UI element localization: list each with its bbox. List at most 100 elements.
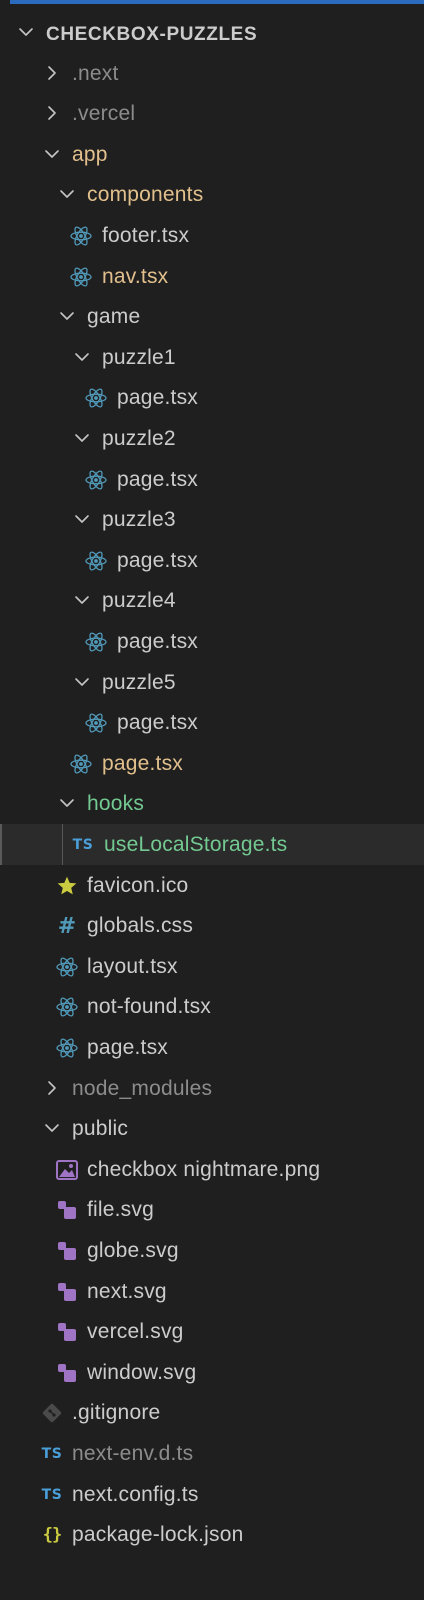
folder-row-hooks[interactable]: hooks bbox=[0, 783, 424, 824]
file-label: file.svg bbox=[87, 1198, 154, 1221]
folder-label: components bbox=[87, 183, 204, 206]
folder-label: .vercel bbox=[72, 102, 136, 125]
react-icon bbox=[54, 995, 80, 1019]
file-row-next-env-d-ts[interactable]: TS next-env.d.ts bbox=[0, 1433, 424, 1474]
file-row-favicon-ico[interactable]: favicon.ico bbox=[0, 865, 424, 906]
typescript-icon: TS bbox=[39, 1442, 65, 1466]
folder-label: puzzle1 bbox=[102, 346, 176, 369]
folder-row-app[interactable]: app bbox=[0, 134, 424, 175]
react-icon bbox=[54, 955, 80, 979]
file-row-layout-tsx[interactable]: layout.tsx bbox=[0, 946, 424, 987]
folder-label: .next bbox=[72, 62, 119, 85]
svg-icon bbox=[54, 1198, 80, 1222]
react-icon bbox=[83, 630, 109, 654]
file-label: nav.tsx bbox=[102, 265, 169, 288]
typescript-icon-glyph: TS bbox=[41, 1446, 63, 1462]
chevron-down-icon[interactable] bbox=[74, 592, 90, 608]
chevron-down-icon[interactable] bbox=[59, 795, 75, 811]
file-row-footer-tsx[interactable]: footer.tsx bbox=[0, 215, 424, 256]
file-row-vercel-svg[interactable]: vercel.svg bbox=[0, 1311, 424, 1352]
chevron-down-icon[interactable] bbox=[18, 24, 34, 40]
folder-row-puzzle4[interactable]: puzzle4 bbox=[0, 580, 424, 621]
folder-label: puzzle2 bbox=[102, 427, 176, 450]
folder-row-puzzle5[interactable]: puzzle5 bbox=[0, 662, 424, 703]
file-label: globals.css bbox=[87, 914, 194, 937]
folder-row-next[interactable]: .next bbox=[0, 53, 424, 94]
file-label: page.tsx bbox=[117, 468, 198, 491]
file-row-nav-tsx[interactable]: nav.tsx bbox=[0, 256, 424, 297]
chevron-down-icon[interactable] bbox=[44, 146, 60, 162]
file-label: window.svg bbox=[87, 1361, 197, 1384]
svg-icon bbox=[54, 1320, 80, 1344]
chevron-right-icon[interactable] bbox=[44, 1080, 60, 1096]
folder-label: node_modules bbox=[72, 1077, 213, 1100]
file-row-window-svg[interactable]: window.svg bbox=[0, 1352, 424, 1393]
chevron-down-icon[interactable] bbox=[74, 349, 90, 365]
file-label: globe.svg bbox=[87, 1239, 179, 1262]
chevron-down-icon[interactable] bbox=[44, 1120, 60, 1136]
chevron-down-icon[interactable] bbox=[59, 186, 75, 202]
file-row-page-tsx[interactable]: page.tsx bbox=[0, 621, 424, 662]
chevron-right-icon[interactable] bbox=[44, 65, 60, 81]
chevron-down-icon[interactable] bbox=[74, 511, 90, 527]
file-label: page.tsx bbox=[102, 752, 183, 775]
file-row-page-tsx[interactable]: page.tsx bbox=[0, 377, 424, 418]
file-row-checkbox-nightmare-png[interactable]: checkbox nightmare.png bbox=[0, 1149, 424, 1190]
folder-row-puzzle3[interactable]: puzzle3 bbox=[0, 499, 424, 540]
file-row-globals-css[interactable]: # globals.css bbox=[0, 905, 424, 946]
chevron-down-icon[interactable] bbox=[74, 674, 90, 690]
react-icon bbox=[83, 711, 109, 735]
file-row-uselocalstorage-ts[interactable]: TS useLocalStorage.ts bbox=[0, 824, 424, 865]
react-icon bbox=[68, 224, 94, 248]
folder-row-components[interactable]: components bbox=[0, 174, 424, 215]
chevron-down-icon[interactable] bbox=[59, 308, 75, 324]
file-row-package-lock-json[interactable]: {} package-lock.json bbox=[0, 1514, 424, 1555]
file-row-page-tsx[interactable]: page.tsx bbox=[0, 540, 424, 581]
file-label: layout.tsx bbox=[87, 955, 178, 978]
folder-row-puzzle1[interactable]: puzzle1 bbox=[0, 337, 424, 378]
chevron-right-icon[interactable] bbox=[44, 105, 60, 121]
folder-label: public bbox=[72, 1117, 129, 1140]
json-icon: {} bbox=[39, 1523, 65, 1547]
explorer-root-folder[interactable]: CHECKBOX-PUZZLES bbox=[0, 12, 424, 53]
folder-row-vercel[interactable]: .vercel bbox=[0, 93, 424, 134]
file-row-file-svg[interactable]: file.svg bbox=[0, 1189, 424, 1230]
file-row-page-tsx[interactable]: page.tsx bbox=[0, 702, 424, 743]
chevron-down-icon[interactable] bbox=[74, 430, 90, 446]
explorer-root-label: CHECKBOX-PUZZLES bbox=[46, 24, 258, 45]
react-icon bbox=[68, 752, 94, 776]
file-row-gitignore[interactable]: .gitignore bbox=[0, 1392, 424, 1433]
react-icon bbox=[54, 1036, 80, 1060]
react-icon bbox=[83, 386, 109, 410]
typescript-icon-glyph: TS bbox=[41, 1487, 63, 1503]
file-label: page.tsx bbox=[117, 386, 198, 409]
file-label: not-found.tsx bbox=[87, 995, 212, 1018]
folder-row-game[interactable]: game bbox=[0, 296, 424, 337]
typescript-icon: TS bbox=[70, 833, 96, 857]
folder-label: puzzle5 bbox=[102, 671, 176, 694]
indent-guide bbox=[62, 824, 63, 865]
folder-label: puzzle3 bbox=[102, 508, 176, 531]
typescript-icon: TS bbox=[39, 1483, 65, 1507]
file-label: useLocalStorage.ts bbox=[104, 833, 288, 856]
file-row-not-found-tsx[interactable]: not-found.tsx bbox=[0, 986, 424, 1027]
react-icon bbox=[68, 265, 94, 289]
file-row-page-tsx[interactable]: page.tsx bbox=[0, 1027, 424, 1068]
svg-icon bbox=[54, 1239, 80, 1263]
file-row-page-tsx[interactable]: page.tsx bbox=[0, 459, 424, 500]
file-row-next-svg[interactable]: next.svg bbox=[0, 1271, 424, 1312]
folder-row-public[interactable]: public bbox=[0, 1108, 424, 1149]
folder-row-puzzle2[interactable]: puzzle2 bbox=[0, 418, 424, 459]
folder-row-node-modules[interactable]: node_modules bbox=[0, 1068, 424, 1109]
file-row-globe-svg[interactable]: globe.svg bbox=[0, 1230, 424, 1271]
file-label: page.tsx bbox=[87, 1036, 168, 1059]
file-label: next-env.d.ts bbox=[72, 1442, 194, 1465]
file-row-page-tsx[interactable]: page.tsx bbox=[0, 743, 424, 784]
image-icon bbox=[54, 1158, 80, 1182]
file-row-next-config-ts[interactable]: TS next.config.ts bbox=[0, 1474, 424, 1515]
svg-icon bbox=[54, 1280, 80, 1304]
file-label: next.config.ts bbox=[72, 1483, 199, 1506]
file-label: vercel.svg bbox=[87, 1320, 184, 1343]
typescript-icon-glyph: TS bbox=[72, 837, 94, 853]
file-label: page.tsx bbox=[117, 711, 198, 734]
